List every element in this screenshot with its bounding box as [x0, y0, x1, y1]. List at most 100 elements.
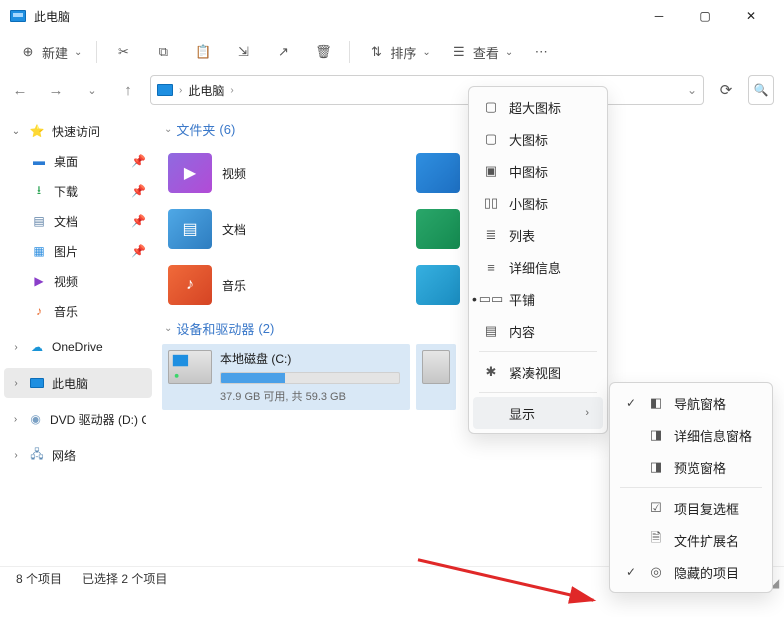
sidebar-item-videos[interactable]: ▶视频	[24, 266, 152, 296]
group-count: (6)	[219, 122, 235, 137]
sidebar-item-dvd[interactable]: ›◉DVD 驱动器 (D:) CP	[4, 404, 152, 434]
sidebar-item-label: 文档	[54, 213, 78, 230]
search-button[interactable]: 🔍	[748, 75, 774, 105]
sidebar-item-documents[interactable]: ▤文档📌	[24, 206, 152, 236]
pin-icon: 📌	[131, 244, 146, 258]
refresh-button[interactable]: ⟳	[712, 76, 740, 104]
drive-usage-bar	[220, 372, 400, 384]
sidebar-item-label: 此电脑	[52, 375, 88, 392]
folder-label: 音乐	[222, 277, 246, 294]
music-icon: ♪	[30, 303, 48, 319]
delete-icon: 🗑	[315, 44, 331, 60]
sidebar-item-onedrive[interactable]: ›☁OneDrive	[4, 332, 152, 362]
sidebar: ⌄ ⭐ 快速访问 ▬桌面📌 ⭳下载📌 ▤文档📌 ▦图片📌 ▶视频 ♪ 音乐 ›☁O…	[0, 108, 156, 566]
details-icon: ≡	[483, 260, 499, 275]
drive-item-c[interactable]: 本地磁盘 (C:) 37.9 GB 可用, 共 59.3 GB	[162, 344, 410, 410]
minimize-button[interactable]: ─	[636, 0, 682, 32]
copy-button[interactable]: ⧉	[145, 36, 181, 68]
view-button[interactable]: ☰ 查看 ⌄	[441, 36, 519, 68]
cut-button[interactable]: ✂	[105, 36, 141, 68]
chevron-down-icon: ⌄	[505, 47, 513, 58]
view-option-tiles[interactable]: ▭▭平铺	[473, 283, 603, 315]
show-option-hidden[interactable]: ✓◎隐藏的项目	[614, 556, 768, 588]
show-option-checkboxes[interactable]: ☑项目复选框	[614, 492, 768, 524]
this-pc-icon	[157, 84, 173, 96]
show-option-nav-pane[interactable]: ✓◧导航窗格	[614, 387, 768, 419]
paste-icon: 📋	[195, 44, 211, 60]
chevron-down-icon[interactable]: ⌄	[687, 83, 697, 97]
preview-pane-icon: ◨	[648, 459, 664, 475]
show-option-extensions[interactable]: 🗎文件扩展名	[614, 524, 768, 556]
view-label: 查看	[473, 43, 499, 62]
folder-label: 文档	[222, 221, 246, 238]
up-button[interactable]: ↑	[114, 76, 142, 104]
folder-item-videos[interactable]: ▶视频	[162, 145, 410, 201]
view-option-medium[interactable]: ▣中图标	[473, 155, 603, 187]
chevron-down-icon[interactable]: ⌄	[164, 323, 172, 334]
view-option-large[interactable]: ▢大图标	[473, 123, 603, 155]
sidebar-item-desktop[interactable]: ▬桌面📌	[24, 146, 152, 176]
dd-label: 超大图标	[509, 98, 561, 117]
sort-icon: ⇅	[368, 44, 384, 60]
view-show-submenu[interactable]: 显示›	[473, 397, 603, 429]
plus-icon: ⊕	[20, 44, 36, 60]
more-button[interactable]: ⋯	[523, 36, 559, 68]
sidebar-item-music[interactable]: ♪ 音乐	[24, 296, 152, 326]
chevron-down-icon[interactable]: ⌄	[10, 126, 22, 137]
recent-button[interactable]: ⌄	[78, 76, 106, 104]
forward-button[interactable]: →	[42, 76, 70, 104]
view-option-small[interactable]: ▯▯小图标	[473, 187, 603, 219]
sidebar-item-quick-access[interactable]: ⌄ ⭐ 快速访问	[4, 116, 152, 146]
sort-button[interactable]: ⇅ 排序 ⌄	[358, 36, 436, 68]
group-count: (2)	[258, 321, 274, 336]
folder-icon	[416, 265, 460, 305]
close-button[interactable]: ✕	[728, 0, 774, 32]
paste-button[interactable]: 📋	[185, 36, 221, 68]
chevron-down-icon: ⌄	[74, 47, 82, 58]
drive-usage-fill	[221, 373, 285, 383]
sidebar-item-pictures[interactable]: ▦图片📌	[24, 236, 152, 266]
show-dropdown: ✓◧导航窗格 ◨详细信息窗格 ◨预览窗格 ☑项目复选框 🗎文件扩展名 ✓◎隐藏的…	[609, 382, 773, 593]
check-icon: ✓	[624, 565, 638, 579]
new-button[interactable]: ⊕ 新建 ⌄	[10, 36, 88, 68]
rename-icon: ⇲	[235, 44, 251, 60]
view-option-content[interactable]: ▤内容	[473, 315, 603, 347]
folder-item-music[interactable]: ♪音乐	[162, 257, 410, 313]
chevron-right-icon: ›	[179, 85, 182, 96]
chevron-right-icon[interactable]: ›	[10, 342, 22, 353]
view-option-list[interactable]: ≣列表	[473, 219, 603, 251]
view-option-details[interactable]: ≡详细信息	[473, 251, 603, 283]
sidebar-item-network[interactable]: ›🖧网络	[4, 440, 152, 470]
view-option-compact[interactable]: ✱紧凑视图	[473, 356, 603, 388]
chevron-right-icon[interactable]: ›	[10, 450, 22, 461]
address-right: ⌄	[687, 83, 697, 97]
folder-item-documents[interactable]: ▤文档	[162, 201, 410, 257]
view-option-extra-large[interactable]: ▢超大图标	[473, 91, 603, 123]
breadcrumb[interactable]: 此电脑	[188, 82, 224, 99]
checkbox-icon: ☑	[648, 500, 664, 516]
address-bar[interactable]: › 此电脑 › ⌄	[150, 75, 704, 105]
group-label: 文件夹	[176, 120, 215, 139]
dd-label: 平铺	[509, 290, 535, 309]
chevron-right-icon[interactable]: ›	[10, 378, 22, 389]
drive-item-hidden[interactable]	[416, 344, 456, 410]
show-option-preview-pane[interactable]: ◨预览窗格	[614, 451, 768, 483]
back-button[interactable]: ←	[6, 76, 34, 104]
chevron-right-icon: ›	[585, 407, 589, 419]
sidebar-item-this-pc[interactable]: › 此电脑	[4, 368, 152, 398]
delete-button[interactable]: 🗑	[305, 36, 341, 68]
chevron-down-icon[interactable]: ⌄	[164, 124, 172, 135]
compact-icon: ✱	[483, 364, 499, 380]
sidebar-item-downloads[interactable]: ⭳下载📌	[24, 176, 152, 206]
show-option-details-pane[interactable]: ◨详细信息窗格	[614, 419, 768, 451]
hidden-icon: ◎	[648, 564, 664, 580]
rename-button[interactable]: ⇲	[225, 36, 261, 68]
share-button[interactable]: ↗	[265, 36, 301, 68]
chevron-right-icon: ›	[230, 85, 233, 96]
chevron-right-icon[interactable]: ›	[10, 414, 21, 425]
dd-label: 小图标	[509, 194, 548, 213]
divider	[96, 41, 97, 63]
maximize-button[interactable]: ▢	[682, 0, 728, 32]
sidebar-item-label: 音乐	[54, 303, 78, 320]
dd-label: 中图标	[509, 162, 548, 181]
